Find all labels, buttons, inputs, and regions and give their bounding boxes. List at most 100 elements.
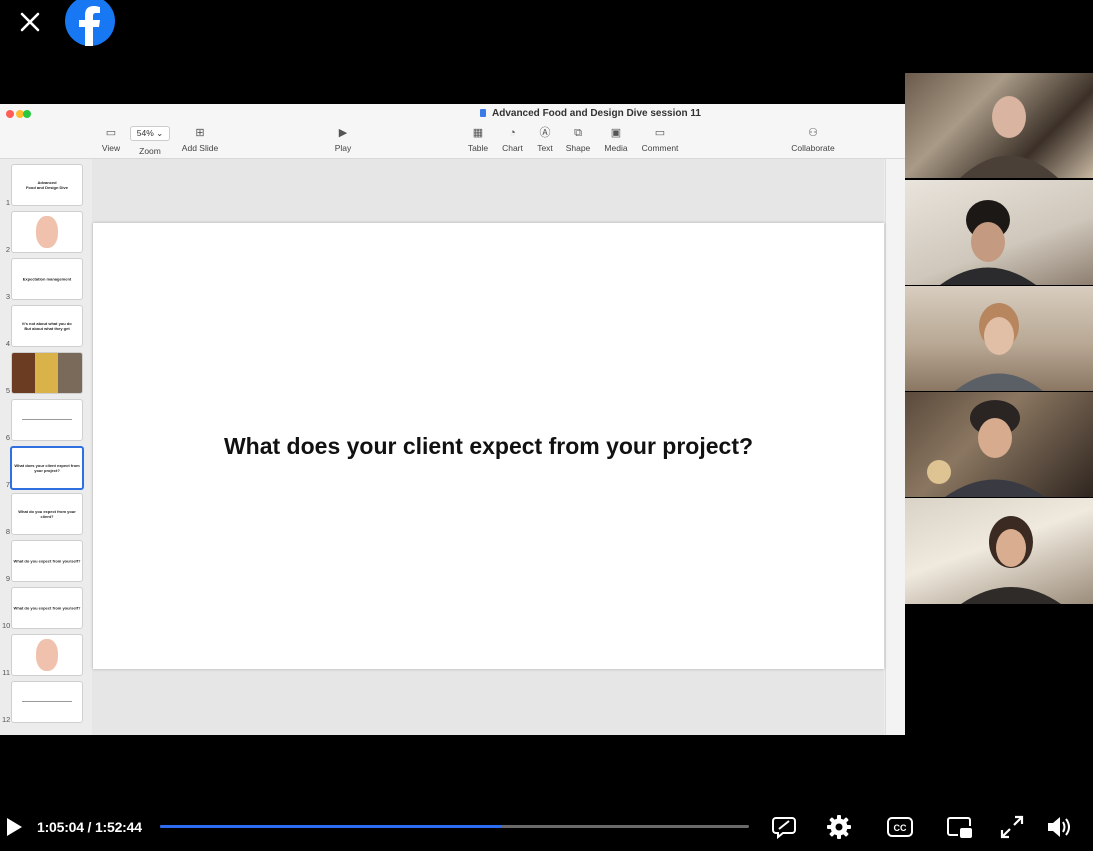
table-icon: ▦: [472, 127, 484, 139]
toolbar-zoom-label: Zoom: [136, 146, 164, 156]
time-display: 1:05:04 / 1:52:44: [37, 819, 142, 835]
slide-thumbnail-text: Expectation management: [22, 276, 72, 282]
slide-thumbnail-11[interactable]: [11, 634, 83, 676]
toolbar-media-button[interactable]: ▣ Media: [602, 126, 630, 153]
slide-thumbnail-4[interactable]: It's not about what you do But about wha…: [11, 305, 83, 347]
picture-in-picture-icon[interactable]: [946, 813, 974, 841]
inspector-panel: [885, 159, 905, 735]
participant-video-4: [905, 392, 1093, 497]
slide-number: 6: [5, 433, 10, 442]
slide-thumbnail-8[interactable]: What do you expect from your client?: [11, 493, 83, 535]
add-slide-icon: ⊞: [195, 127, 205, 139]
toolbar-view-button[interactable]: ▭ View: [100, 126, 122, 153]
closed-captions-icon[interactable]: CC: [886, 813, 914, 841]
zoom-window-button[interactable]: [23, 110, 31, 118]
toolbar-label: Add Slide: [181, 143, 219, 153]
slide-thumbnail-text: It's not about what you do But about wha…: [22, 321, 72, 331]
slide-number: 1: [5, 198, 10, 207]
document-title-text: Advanced Food and Design Dive session 11: [492, 108, 701, 119]
toolbar-label: Comment: [641, 143, 679, 153]
slide-thumbnail-text: What do you expect from yourself?: [13, 605, 81, 611]
current-slide[interactable]: What does your client expect from your p…: [93, 223, 884, 669]
document-title: Advanced Food and Design Dive session 11: [480, 108, 701, 119]
participant-video-2: [905, 180, 1093, 285]
slide-line: [22, 419, 72, 420]
sidebar-icon: ▭: [105, 127, 117, 139]
slide-number: 11: [2, 668, 10, 677]
slide-thumbnail-10[interactable]: What do you expect from yourself?: [11, 587, 83, 629]
toolbar-text-button[interactable]: Ⓐ Text: [535, 126, 555, 153]
close-icon[interactable]: [14, 6, 46, 38]
slide-number: 12: [2, 715, 11, 724]
toolbar-collaborate-button[interactable]: ⚇ Collaborate: [788, 126, 838, 153]
play-icon[interactable]: [4, 817, 24, 837]
current-time: 1:05:04: [37, 819, 84, 835]
toolbar-label: Zoom: [139, 146, 161, 156]
slide-thumbnail-text: What does your client expect from your p…: [14, 463, 80, 473]
toolbar-label: Table: [467, 143, 489, 153]
slide-thumbnail-5[interactable]: [11, 352, 83, 394]
seek-progress: [160, 825, 502, 828]
facebook-logo-icon: [65, 0, 115, 46]
slide-navigator: Advanced Food and Design Dive 1 2 Expectati…: [0, 159, 90, 735]
toolbar-label: View: [101, 143, 121, 153]
fullscreen-icon[interactable]: [998, 813, 1026, 841]
keynote-doc-icon: [480, 109, 486, 117]
slide-thumbnail-12[interactable]: [11, 681, 83, 723]
comment-icon: ▭: [654, 127, 666, 139]
toolbar-table-button[interactable]: ▦ Table: [467, 126, 489, 153]
slide-illustration: [36, 216, 58, 248]
volume-icon[interactable]: [1045, 813, 1073, 841]
slide-thumbnail-2[interactable]: [11, 211, 83, 253]
zoom-select[interactable]: 54% ⌄: [130, 126, 170, 141]
slide-thumbnail-text: What do you expect from your client?: [18, 509, 76, 519]
seek-bar[interactable]: [160, 825, 749, 828]
toolbar-add-slide-button[interactable]: ⊞ Add Slide: [180, 126, 220, 153]
media-icon: ▣: [610, 127, 622, 139]
slide-thumbnail-text: Advanced Food and Design Dive: [25, 180, 68, 190]
close-window-button[interactable]: [6, 110, 14, 118]
text-icon: Ⓐ: [539, 127, 551, 139]
collaborate-icon: ⚇: [808, 127, 818, 139]
toolbar-comment-button[interactable]: ▭ Comment: [639, 126, 681, 153]
slide-number: 5: [5, 386, 10, 395]
participant-video-5: [905, 498, 1093, 604]
slide-thumbnail-1[interactable]: Advanced Food and Design Dive: [11, 164, 83, 206]
svg-text:CC: CC: [894, 823, 907, 833]
toolbar-play-button[interactable]: ▶ Play: [333, 126, 353, 153]
zoom-value: 54%: [136, 128, 154, 138]
slide-thumbnail-3[interactable]: Expectation management: [11, 258, 83, 300]
toolbar-label: Play: [334, 143, 352, 153]
participant-video-1: [905, 73, 1093, 178]
settings-gear-icon[interactable]: [825, 813, 853, 841]
toolbar-label: Chart: [502, 143, 523, 153]
video-controls: 1:05:04 / 1:52:44 CC: [0, 800, 1093, 851]
slide-number: 3: [5, 292, 10, 301]
toolbar-label: Text: [537, 143, 553, 153]
slide-number: 7: [5, 480, 10, 489]
toolbar-label: Media: [604, 143, 628, 153]
toolbar-shape-button[interactable]: ⧉ Shape: [564, 126, 592, 153]
play-icon: ▶: [338, 127, 348, 139]
participant-video-3: [905, 286, 1093, 391]
keynote-toolbar: Advanced Food and Design Dive session 11…: [0, 104, 905, 159]
slide-title: What does your client expect from your p…: [223, 433, 754, 459]
slide-thumbnail-text: What do you expect from yourself?: [13, 558, 81, 564]
slide-number: 10: [2, 621, 11, 630]
slide-number: 9: [5, 574, 10, 583]
shape-icon: ⧉: [574, 127, 582, 139]
slide-illustration: [36, 639, 58, 671]
slide-number: 4: [5, 339, 10, 348]
slide-number: 2: [5, 245, 10, 254]
comments-off-icon[interactable]: [770, 813, 798, 841]
chart-icon: ◔: [509, 127, 516, 139]
slide-thumbnail-6[interactable]: [11, 399, 83, 441]
time-separator: /: [83, 819, 95, 835]
toolbar-label: Collaborate: [791, 143, 835, 153]
slide-thumbnail-7[interactable]: What does your client expect from your p…: [10, 446, 84, 490]
toolbar-label: Shape: [565, 143, 591, 153]
toolbar-chart-button[interactable]: ◔ Chart: [500, 126, 525, 153]
slide-number: 8: [5, 527, 10, 536]
duration: 1:52:44: [94, 819, 142, 835]
slide-thumbnail-9[interactable]: What do you expect from yourself?: [11, 540, 83, 582]
